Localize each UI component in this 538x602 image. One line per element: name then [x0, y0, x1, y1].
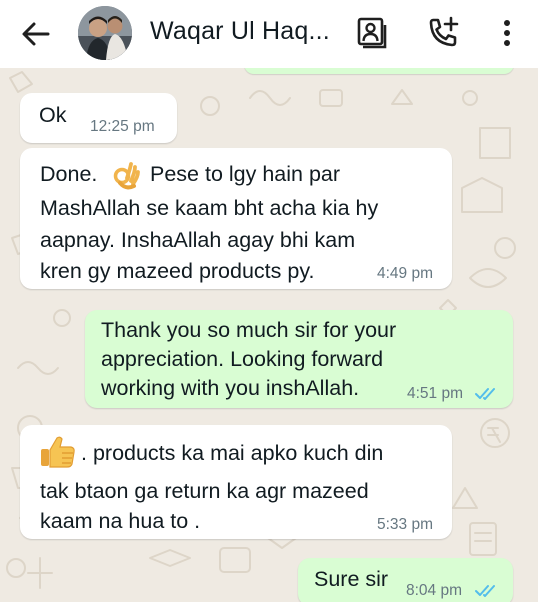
message-text: kren gy mazeed products py. [40, 259, 315, 283]
contact-avatar[interactable] [78, 6, 132, 60]
message-timestamp: 5:33 pm [377, 516, 434, 533]
message-bubble-incoming[interactable]: Ok 12:25 pm [20, 93, 177, 143]
message-text: appreciation. Looking forward [101, 347, 384, 371]
message-timestamp: 12:25 pm [90, 118, 155, 135]
message-text: working with you inshAllah. [101, 376, 360, 400]
previous-message-bubble [244, 68, 514, 74]
message-timestamp: 4:49 pm [377, 265, 434, 282]
back-arrow-icon[interactable] [18, 16, 54, 52]
chat-screen: Waqar Ul Haq... Ok 12:25 pm Done. Pese t… [0, 0, 538, 602]
message-bubble-incoming[interactable]: Done. Pese to lgy hain par MashAllah se … [20, 148, 452, 289]
contact-name[interactable]: Waqar Ul Haq... [150, 17, 330, 46]
message-bubble-outgoing[interactable]: Sure sir 8:04 pm [298, 558, 513, 602]
thumbs-up-emoji [41, 436, 75, 468]
add-call-icon[interactable] [424, 14, 462, 52]
message-text: MashAllah se kaam bht acha kia hy [40, 196, 379, 220]
more-vert-icon[interactable] [488, 14, 526, 52]
message-text: aapnay. InshaAllah agay bhi kam [40, 228, 356, 252]
message-list[interactable]: Ok 12:25 pm Done. Pese to lgy hain par M… [0, 68, 538, 602]
ok-hand-emoji [113, 162, 140, 190]
message-text: Pese to lgy hain par [150, 162, 341, 186]
chat-header: Waqar Ul Haq... [0, 0, 538, 68]
message-text: Done. [40, 162, 98, 186]
message-timestamp: 8:04 pm [406, 582, 463, 599]
message-text: Sure sir [314, 567, 389, 591]
message-bubble-outgoing[interactable]: Thank you so much sir for your appreciat… [85, 310, 513, 408]
message-text: kaam na hua to . [40, 509, 201, 533]
message-text: . products ka mai apko kuch din [81, 441, 384, 465]
read-receipt-icon [475, 585, 495, 597]
message-bubble-incoming[interactable]: . products ka mai apko kuch din tak btao… [20, 425, 452, 539]
message-text: Thank you so much sir for your [101, 318, 397, 342]
contact-card-icon[interactable] [352, 14, 390, 52]
read-receipt-icon [475, 388, 495, 400]
message-timestamp: 4:51 pm [407, 385, 464, 402]
message-text: tak btaon ga return ka agr mazeed [40, 479, 369, 503]
message-text: Ok [39, 103, 67, 127]
